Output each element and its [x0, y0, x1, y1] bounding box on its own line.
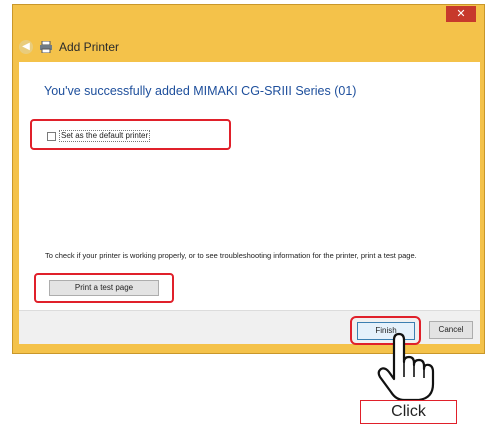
title-bar: ◀ Add Printer [19, 37, 119, 57]
window-title: Add Printer [59, 40, 120, 54]
print-test-page-button[interactable]: Print a test page [49, 280, 159, 296]
wizard-content: You've successfully added MIMAKI CG-SRII… [19, 62, 480, 345]
default-printer-highlight: Set as the default printer [30, 119, 231, 150]
print-test-highlight: Print a test page [34, 273, 174, 303]
back-arrow-icon[interactable]: ◀ [19, 40, 33, 54]
hand-pointer-icon [377, 332, 435, 402]
close-button[interactable]: ✕ [446, 6, 476, 22]
add-printer-window: ✕ ◀ Add Printer You've successfully adde… [12, 4, 485, 354]
close-icon: ✕ [456, 7, 466, 20]
printer-icon [39, 41, 53, 53]
default-printer-label[interactable]: Set as the default printer [59, 130, 151, 142]
troubleshooting-info: To check if your printer is working prop… [45, 251, 417, 260]
click-annotation: Click [360, 400, 457, 424]
success-heading: You've successfully added MIMAKI CG-SRII… [44, 84, 357, 98]
default-printer-checkbox[interactable] [47, 132, 56, 141]
